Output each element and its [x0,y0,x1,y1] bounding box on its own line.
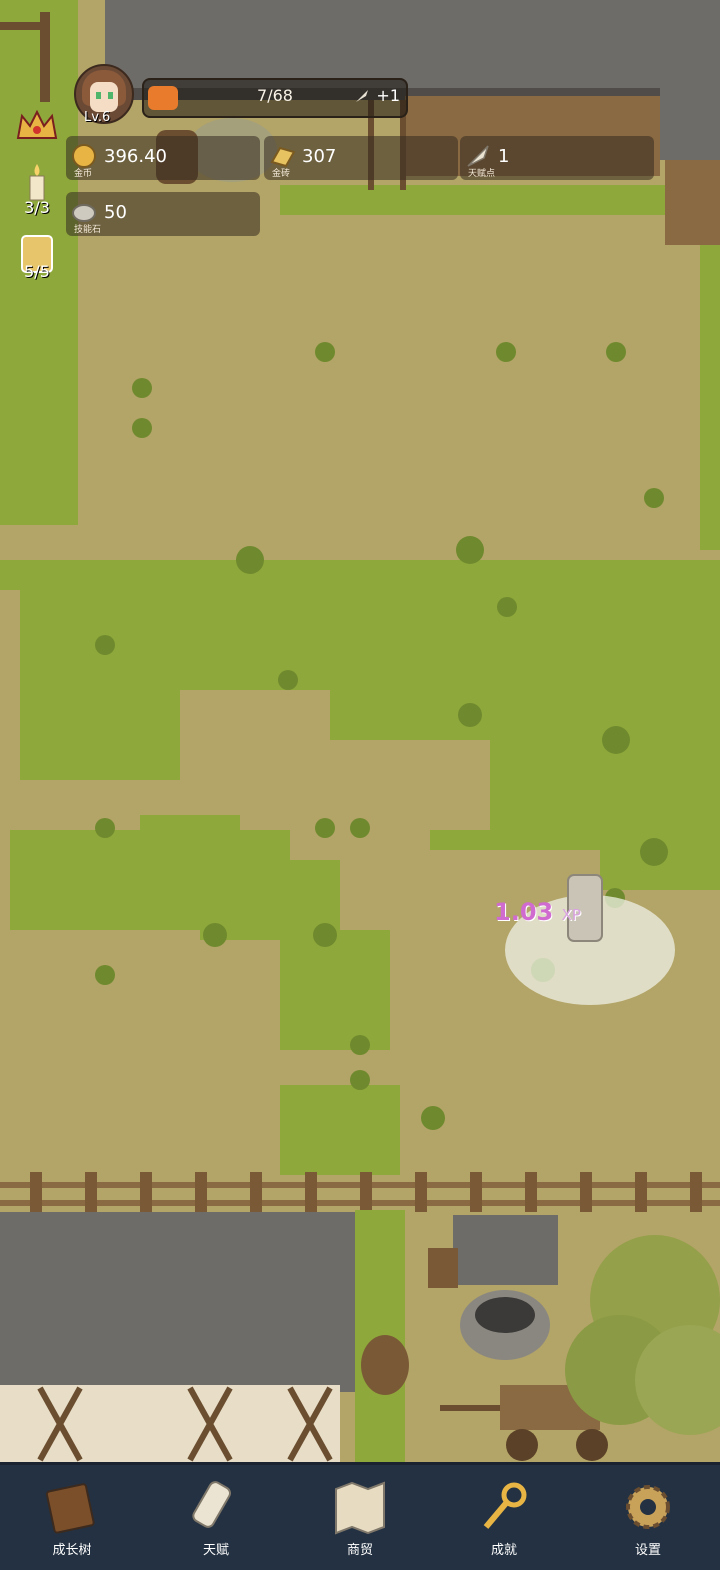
nav-label: 设置 [634,1543,661,1558]
nav-trade[interactable]: 商贸 [288,1465,432,1570]
nav-label: 天赋 [202,1543,229,1558]
scroll-icon [192,1481,231,1528]
skill-stone-value: 50 [104,202,127,223]
gear-icon [626,1485,670,1529]
drinks-count: 5/5 [24,262,50,281]
gold-brick-value: 307 [302,146,337,167]
nav-growth-tree[interactable]: 成长树 [0,1465,144,1570]
player-level: Lv.6 [84,110,111,125]
candles-count: 3/3 [24,198,50,217]
floating-xp-unit: XP [561,906,581,924]
nav-label: 成就 [490,1543,517,1558]
gold-value: 396.40 [104,146,167,167]
gold-label: 金币 [74,169,93,179]
xp-bonus: +1 [376,86,400,105]
nav-label: 商贸 [346,1543,373,1558]
gold-brick-panel[interactable]: 307 金砖 [264,136,458,180]
feather-icon [356,90,368,102]
bottom-nav: 成长树 天赋 商贸 成就 设置 [0,1462,720,1570]
gold-brick-label: 金砖 [272,169,291,179]
crown-icon[interactable] [14,106,60,146]
nav-achievement[interactable]: 成就 [432,1465,576,1570]
nav-talent[interactable]: 天赋 [144,1465,288,1570]
gold-panel[interactable]: 396.40 金币 [66,136,260,180]
talent-point-panel[interactable]: 1 天赋点 [460,136,654,180]
key-icon [483,1482,527,1529]
skill-stone-label: 技能石 [74,225,102,235]
book-icon [45,1483,95,1534]
skill-stone-panel[interactable]: 50 技能石 [66,192,260,236]
talent-point-label: 天赋点 [468,169,496,179]
candle-icon[interactable] [22,162,52,202]
talent-point-value: 1 [498,146,510,167]
floating-xp-text: 1.03 XP [494,898,581,926]
xp-bar: 7/68 +1 [142,78,408,118]
map-icon [335,1481,385,1535]
nav-label: 成长树 [52,1543,92,1558]
floating-xp-value: 1.03 [494,898,554,926]
nav-settings[interactable]: 设置 [576,1465,720,1570]
